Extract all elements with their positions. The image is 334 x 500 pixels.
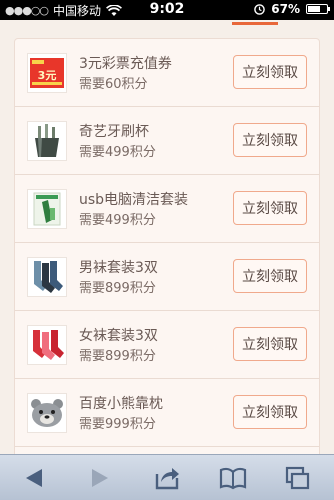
toothbrush-cup-image [27,121,67,161]
item-points: 需要499积分 [79,213,156,228]
list-item: 百度小熊靠枕 需要999积分 立刻领取 [15,379,319,447]
item-title: 3元彩票充值券 [79,56,172,72]
list-item: usb电脑清洁套装 需要499积分 立刻领取 [15,175,319,243]
item-points: 需要899积分 [79,281,156,296]
battery-fill [308,6,320,12]
content-area[interactable]: 3元 3元彩票充值券 需要60积分 立刻领取 奇艺牙刷杯 需要499积分 立刻领… [0,20,334,454]
battery-icon [306,4,330,14]
alarm-clock-icon [254,3,266,15]
item-points: 需要60积分 [79,77,148,92]
item-points: 需要499积分 [79,145,156,160]
lottery-coupon-image: 3元 [27,53,67,93]
claim-button[interactable]: 立刻领取 [233,123,307,157]
claim-button[interactable]: 立刻领取 [233,55,307,89]
list-item: 奇艺牙刷杯 需要499积分 立刻领取 [15,107,319,175]
browser-toolbar [0,454,334,500]
back-arrow-icon[interactable] [20,464,50,492]
claim-button[interactable]: 立刻领取 [233,259,307,293]
battery-percent: 67% [271,2,300,16]
bear-pillow-image [27,393,67,433]
item-points: 需要899积分 [79,349,156,364]
list-item: 女袜套装3双 需要899积分 立刻领取 [15,311,319,379]
item-title: usb电脑清洁套装 [79,192,189,208]
list-item: 男袜套装3双 需要899积分 立刻领取 [15,243,319,311]
item-title: 女袜套装3双 [79,328,158,344]
usb-cleaning-kit-image [27,189,67,229]
status-right: 67% [254,2,330,16]
womens-socks-image [27,325,67,365]
claim-button[interactable]: 立刻领取 [233,191,307,225]
bookmarks-icon[interactable] [218,464,248,492]
claim-button[interactable]: 立刻领取 [233,327,307,361]
share-icon[interactable] [152,464,182,492]
active-tab-indicator [232,22,278,25]
status-bar: ●●●○○ 中国移动 9:02 67% [0,0,334,20]
item-title: 男袜套装3双 [79,260,158,276]
item-points: 需要999积分 [79,417,156,432]
rewards-list: 3元 3元彩票充值券 需要60积分 立刻领取 奇艺牙刷杯 需要499积分 立刻领… [14,38,320,454]
item-title: 百度小熊靠枕 [79,396,163,412]
forward-arrow-icon[interactable] [84,464,114,492]
claim-button[interactable]: 立刻领取 [233,395,307,429]
tabs-icon[interactable] [282,464,312,492]
mens-socks-image [27,257,67,297]
coupon-thumb-text: 3元 [38,69,57,82]
item-title: 奇艺牙刷杯 [79,124,149,140]
list-item: 3元 3元彩票充值券 需要60积分 立刻领取 [15,39,319,107]
